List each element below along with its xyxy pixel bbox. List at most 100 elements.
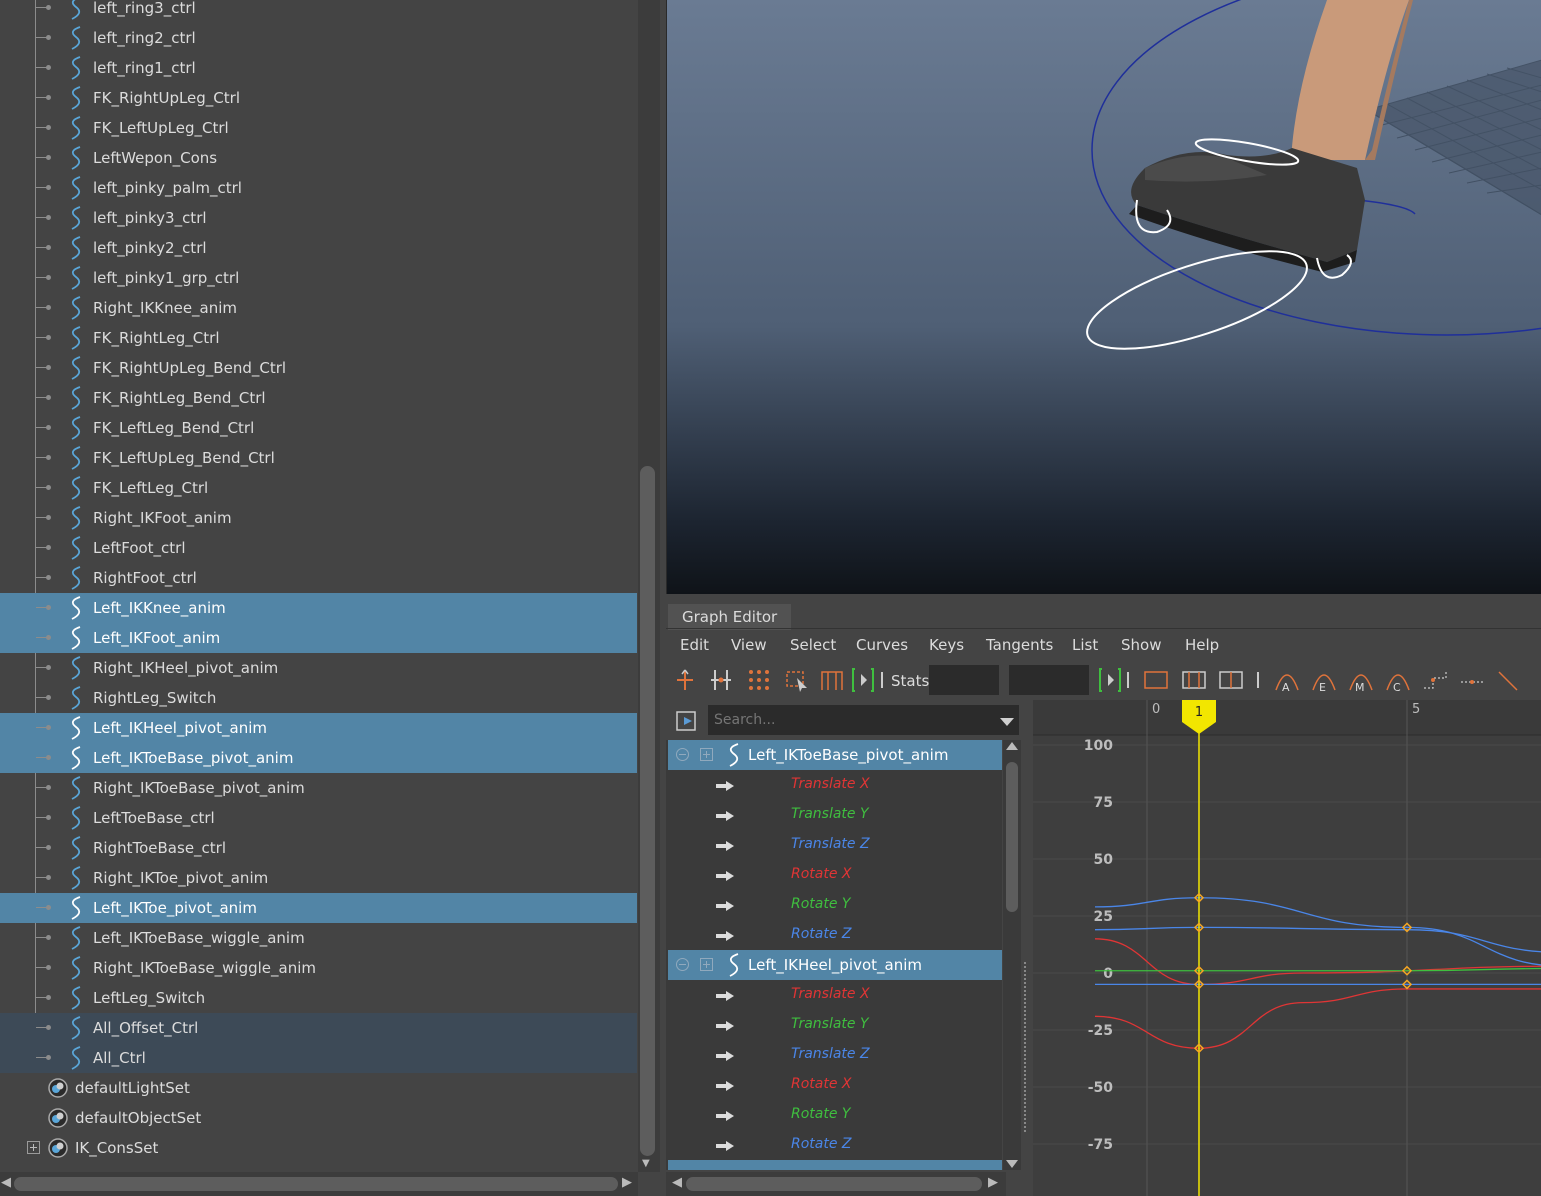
menu-view[interactable]: View: [731, 636, 767, 654]
outliner-item[interactable]: left_pinky2_ctrl: [0, 233, 637, 263]
curve-list-scroll-thumb[interactable]: [1006, 762, 1018, 912]
insert-key-icon[interactable]: [707, 666, 735, 694]
outliner-horizontal-scroll-thumb[interactable]: [14, 1177, 618, 1191]
outliner-item[interactable]: Right_IKToe_pivot_anim: [0, 863, 637, 893]
animation-curve[interactable]: [1094, 897, 1541, 966]
outliner-item[interactable]: left_pinky1_grp_ctrl: [0, 263, 637, 293]
scroll-up-arrow-icon[interactable]: [1006, 742, 1018, 750]
outliner-item[interactable]: FK_LeftUpLeg_Bend_Ctrl: [0, 443, 637, 473]
menu-list[interactable]: List: [1072, 636, 1098, 654]
outliner-vertical-scroll-thumb[interactable]: [640, 466, 655, 1156]
outliner-item[interactable]: LeftLeg_Switch: [0, 983, 637, 1013]
retime-tool-icon[interactable]: [818, 666, 846, 694]
outliner-item[interactable]: Right_IKFoot_anim: [0, 503, 637, 533]
outliner-horizontal-scrollbar[interactable]: ◀ ▶: [0, 1172, 638, 1196]
curve-attribute-row[interactable]: Translate Z: [668, 1040, 1002, 1070]
outliner-item[interactable]: left_ring3_ctrl: [0, 0, 637, 23]
menu-tangents[interactable]: Tangents: [986, 636, 1053, 654]
denormalize-icon[interactable]: [1217, 666, 1245, 694]
outliner-item[interactable]: LeftWepon_Cons: [0, 143, 637, 173]
curve-list-horizontal-thumb[interactable]: [686, 1177, 982, 1191]
animation-curve[interactable]: [1094, 938, 1541, 986]
chevron-down-icon[interactable]: [1000, 718, 1014, 726]
outliner-item[interactable]: FK_LeftLeg_Ctrl: [0, 473, 637, 503]
outliner-item[interactable]: Left_IKToeBase_wiggle_anim: [0, 923, 637, 953]
curve-graph-area[interactable]: 100 75 50 25 0 -25 -50 -75 0 5 1: [1033, 700, 1541, 1196]
outliner-set-item[interactable]: defaultObjectSet: [0, 1103, 637, 1133]
outliner-set-item[interactable]: defaultLightSet: [0, 1073, 637, 1103]
move-key-icon[interactable]: [671, 666, 699, 694]
curve-node-row[interactable]: Left_IKHeel_pivot_anim: [668, 950, 1002, 980]
lattice-deform-icon[interactable]: [745, 666, 773, 694]
scroll-left-arrow-icon[interactable]: ◀: [1, 1175, 11, 1190]
outliner-item[interactable]: Right_IKHeel_pivot_anim: [0, 653, 637, 683]
outliner-item[interactable]: left_pinky3_ctrl: [0, 203, 637, 233]
menu-help[interactable]: Help: [1185, 636, 1219, 654]
outliner-item[interactable]: FK_RightUpLeg_Ctrl: [0, 83, 637, 113]
animation-curve[interactable]: [1094, 988, 1541, 1049]
outliner-item[interactable]: FK_RightLeg_Bend_Ctrl: [0, 383, 637, 413]
outliner-item[interactable]: RightFoot_ctrl: [0, 563, 637, 593]
curve-node-row[interactable]: Left_IKToeBase_pivot_anim: [668, 740, 1002, 770]
outliner-item[interactable]: FK_LeftLeg_Bend_Ctrl: [0, 413, 637, 443]
collapse-icon[interactable]: [676, 748, 689, 761]
stats-frame-field[interactable]: [929, 665, 999, 695]
outliner-set-item[interactable]: IK_ConsSet: [0, 1133, 637, 1163]
curve-attribute-row[interactable]: Rotate Z: [668, 920, 1002, 950]
region-select-icon[interactable]: [783, 666, 811, 694]
outliner-item[interactable]: Left_IKToeBase_pivot_anim: [0, 743, 637, 773]
normalize-icon[interactable]: [1180, 666, 1208, 694]
scroll-right-arrow-icon[interactable]: ▶: [988, 1175, 998, 1190]
outliner-vertical-scrollbar[interactable]: ▼: [638, 0, 660, 1172]
outliner-item[interactable]: RightToeBase_ctrl: [0, 833, 637, 863]
stats-value-field[interactable]: [1009, 665, 1089, 695]
curve-graph-svg[interactable]: 100 75 50 25 0 -25 -50 -75 0 5 1: [1033, 700, 1541, 1196]
outliner-item[interactable]: left_pinky_palm_ctrl: [0, 173, 637, 203]
outliner-item[interactable]: All_Ctrl: [0, 1043, 637, 1073]
curve-list-horizontal-scrollbar[interactable]: ◀ ▶: [666, 1172, 1006, 1196]
expand-icon[interactable]: [700, 958, 713, 971]
curve-attribute-row[interactable]: Translate Z: [668, 830, 1002, 860]
outliner-item[interactable]: FK_RightLeg_Ctrl: [0, 323, 637, 353]
outliner-item[interactable]: All_Offset_Ctrl: [0, 1013, 637, 1043]
outliner-item[interactable]: Left_IKToe_pivot_anim: [0, 893, 637, 923]
menu-keys[interactable]: Keys: [929, 636, 964, 654]
outliner-item[interactable]: Right_IKToeBase_pivot_anim: [0, 773, 637, 803]
stepped-tangent-icon[interactable]: [1421, 666, 1449, 694]
time-ruler[interactable]: [1033, 700, 1541, 735]
scroll-right-arrow-icon[interactable]: ▶: [622, 1175, 632, 1190]
curve-attribute-row[interactable]: Rotate Y: [668, 1100, 1002, 1130]
outliner-item[interactable]: Left_IKKnee_anim: [0, 593, 637, 623]
curve-node-row[interactable]: [668, 1160, 1002, 1170]
outliner-item[interactable]: LeftFoot_ctrl: [0, 533, 637, 563]
flat-tangent-icon[interactable]: [1458, 666, 1486, 694]
clamped-tangent-icon[interactable]: M: [1347, 666, 1375, 694]
outliner-item[interactable]: Right_IKKnee_anim: [0, 293, 637, 323]
collapse-icon[interactable]: [676, 958, 689, 971]
curve-attribute-row[interactable]: Rotate X: [668, 1070, 1002, 1100]
animation-curve[interactable]: [1095, 967, 1541, 972]
outliner-item[interactable]: left_ring1_ctrl: [0, 53, 637, 83]
menu-show[interactable]: Show: [1121, 636, 1161, 654]
plateau-tangent-icon[interactable]: C: [1384, 666, 1412, 694]
curve-attribute-row[interactable]: Rotate Y: [668, 890, 1002, 920]
spline-tangent-icon[interactable]: E: [1310, 666, 1338, 694]
outliner-item[interactable]: FK_RightUpLeg_Bend_Ctrl: [0, 353, 637, 383]
curve-attribute-row[interactable]: Translate Y: [668, 800, 1002, 830]
buffer-curve-icon[interactable]: [1142, 666, 1170, 694]
scroll-down-arrow-icon[interactable]: [1006, 1160, 1018, 1168]
curve-attribute-row[interactable]: Rotate X: [668, 860, 1002, 890]
linear-tangent-icon[interactable]: [1495, 666, 1523, 694]
auto-tangent-icon[interactable]: A: [1273, 666, 1301, 694]
expand-icon[interactable]: [700, 748, 713, 761]
menu-curves[interactable]: Curves: [856, 636, 908, 654]
curve-attribute-row[interactable]: Translate Y: [668, 1010, 1002, 1040]
outliner-item[interactable]: RightLeg_Switch: [0, 683, 637, 713]
filter-icon[interactable]: [672, 706, 702, 736]
3d-viewport[interactable]: [666, 0, 1541, 594]
animation-curve[interactable]: [1094, 926, 1541, 953]
menu-edit[interactable]: Edit: [680, 636, 709, 654]
pane-splitter-handle[interactable]: [1024, 962, 1027, 1132]
outliner-item[interactable]: LeftToeBase_ctrl: [0, 803, 637, 833]
curve-attribute-row[interactable]: Translate X: [668, 980, 1002, 1010]
